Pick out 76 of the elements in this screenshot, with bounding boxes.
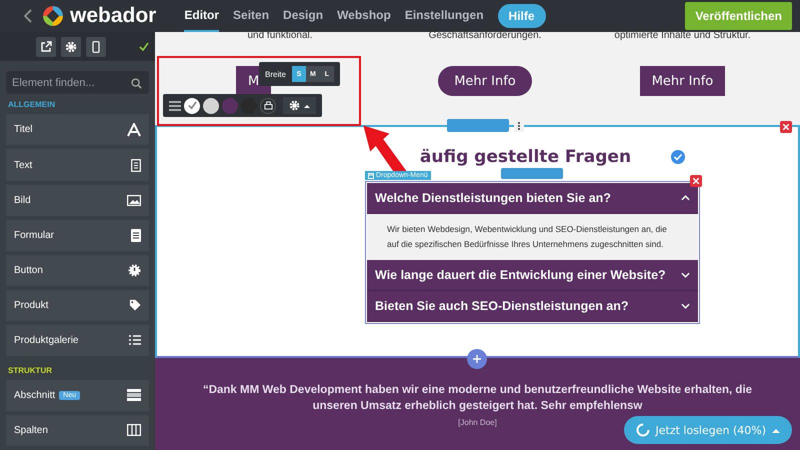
nav-tab[interactable]: Webshop <box>337 0 391 32</box>
letter-icon <box>127 122 141 137</box>
item-label: Formular <box>14 230 54 241</box>
group-heading: STRUKTUR <box>8 366 53 375</box>
item-label: Produkt <box>14 300 48 311</box>
chevron-up-icon <box>681 195 690 201</box>
chevron-down-icon <box>681 272 690 278</box>
nav-tab[interactable]: Design <box>283 0 324 32</box>
element-item[interactable]: Titel <box>6 114 149 146</box>
item-label: Text <box>14 160 32 171</box>
search-icon <box>131 78 142 90</box>
item-label: Titel <box>14 124 33 136</box>
gear-icon <box>289 100 300 111</box>
caret-up-icon <box>304 104 310 108</box>
form-icon <box>131 228 141 242</box>
drag-handle[interactable] <box>501 168 563 179</box>
quote-author: [John Doe] <box>458 418 497 427</box>
logo-icon <box>42 5 64 27</box>
logo-text: webador <box>70 4 156 28</box>
style-icon[interactable] <box>260 98 276 114</box>
item-label: Button <box>14 264 43 276</box>
item-label: Spalten <box>14 424 48 436</box>
plus-icon <box>473 355 481 363</box>
caret-up-icon <box>772 428 780 432</box>
settings-icon[interactable] <box>61 36 81 57</box>
back-icon[interactable] <box>24 9 32 23</box>
element-item[interactable]: Produktgalerie <box>6 324 149 356</box>
drag-handle[interactable] <box>447 119 509 132</box>
settings-button[interactable] <box>283 97 316 114</box>
body-text: und funktional. <box>247 31 313 41</box>
color-swatch[interactable] <box>203 98 219 114</box>
element-item[interactable]: Formular <box>6 220 149 251</box>
element-item[interactable]: Button <box>6 254 149 286</box>
chevron-down-icon <box>681 303 690 309</box>
group-heading: ALLGEMEIN <box>8 100 56 110</box>
accordion-header[interactable]: Bieten Sie auch SEO-Dienstleistungen an? <box>367 291 698 322</box>
search-field[interactable]: Element finden... <box>6 71 149 94</box>
check-icon <box>139 42 149 52</box>
color-swatch[interactable] <box>184 98 200 114</box>
check-icon <box>188 101 196 110</box>
element-item[interactable]: Spalten <box>6 414 149 446</box>
document-icon <box>131 158 141 172</box>
item-label: Abschnitt <box>14 390 56 401</box>
item-label: Produktgalerie <box>14 334 78 346</box>
widget-icon <box>368 172 374 178</box>
columns-icon <box>127 424 141 436</box>
nav-tab[interactable]: Seiten <box>233 0 270 32</box>
section-icon <box>127 389 141 402</box>
element-item[interactable]: Produkt <box>6 290 149 321</box>
body-text: Geschäftsanforderungen. <box>428 31 542 41</box>
check-circle-icon <box>671 150 686 164</box>
spinner-icon <box>636 423 650 437</box>
faq-heading: äufig gestellte Fragen <box>420 147 632 167</box>
list-icon <box>129 335 141 346</box>
more-info-button[interactable]: Mehr Info <box>438 66 532 96</box>
external-link-icon[interactable] <box>36 36 56 57</box>
more-info-button[interactable]: Mehr Info <box>640 66 726 96</box>
more-icon[interactable] <box>514 120 524 132</box>
nav-tab[interactable]: Einstellungen <box>404 0 484 32</box>
body-text: optimierte Inhalte und Struktur. <box>614 31 751 41</box>
image-icon <box>127 194 141 206</box>
answer-text: Wir bieten Webdesign, Webentwicklung und SEO-Dienstleistungen an, die auf die spezifischen Bedürfnisse Ihres Unternehmens zugeschnitten sind. <box>387 223 668 251</box>
color-swatch[interactable] <box>222 98 238 114</box>
element-item[interactable]: Text <box>6 149 149 181</box>
element-item[interactable]: Bild <box>6 184 149 216</box>
close-icon[interactable] <box>780 121 792 133</box>
close-icon[interactable] <box>690 175 702 187</box>
quote-text: “Dank MM Web Development haben wir eine moderne und benutzerfreundliche Website erhalten, die unseren Umsatz erheblich gesteigert hat. Sehr empfehlensw <box>202 383 754 414</box>
item-label: Bild <box>14 194 31 206</box>
badge-icon <box>128 264 141 277</box>
accordion-header[interactable]: Wie lange dauert die Entwicklung einer Website? <box>367 260 698 291</box>
layout-icon[interactable] <box>169 100 181 110</box>
add-button[interactable] <box>467 349 487 369</box>
tag-icon <box>129 299 141 312</box>
mobile-icon[interactable] <box>86 36 106 57</box>
accordion-header[interactable]: Welche Dienstleistungen bieten Sie an? <box>367 183 698 214</box>
